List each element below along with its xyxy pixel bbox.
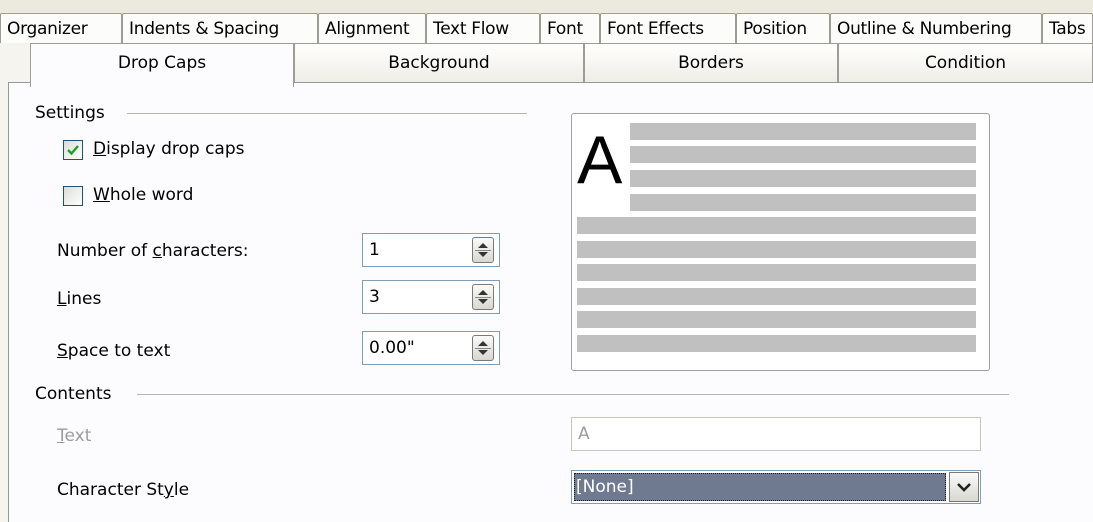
top-tab-bar: Organizer Indents & Spacing Alignment Te… bbox=[0, 0, 1093, 43]
tab-background[interactable]: Background bbox=[294, 43, 584, 83]
tab-font-effects[interactable]: Font Effects bbox=[600, 13, 736, 43]
tab-condition[interactable]: Condition bbox=[838, 43, 1093, 83]
whole-word-label[interactable]: Whole word bbox=[93, 185, 193, 205]
character-style-value: [None] bbox=[574, 473, 946, 501]
preview-line bbox=[630, 194, 976, 211]
tab-font[interactable]: Font bbox=[540, 13, 600, 43]
character-style-select[interactable]: [None] bbox=[571, 470, 981, 504]
contents-divider bbox=[137, 394, 1009, 395]
number-of-characters-label: Number of characters: bbox=[57, 241, 249, 261]
preview-line bbox=[577, 311, 976, 328]
preview-drop-letter: A bbox=[577, 122, 623, 198]
tab-drop-caps[interactable]: Drop Caps bbox=[30, 43, 294, 87]
space-to-text-label: Space to text bbox=[57, 341, 171, 361]
character-style-label: Character Style bbox=[57, 480, 190, 500]
tab-position[interactable]: Position bbox=[736, 13, 830, 43]
preview-line bbox=[630, 123, 976, 140]
chevron-down-icon bbox=[957, 483, 971, 492]
display-drop-caps-checkbox[interactable] bbox=[63, 140, 83, 160]
tab-tabs[interactable]: Tabs bbox=[1042, 13, 1093, 43]
space-to-text-spinner[interactable] bbox=[472, 335, 494, 361]
text-input[interactable]: A bbox=[571, 417, 981, 451]
settings-divider bbox=[127, 113, 527, 114]
checkmark-icon bbox=[67, 145, 79, 156]
lines-label: Lines bbox=[57, 289, 102, 309]
preview-line bbox=[577, 288, 976, 305]
whole-word-checkbox[interactable] bbox=[63, 186, 83, 206]
character-style-dropdown-button[interactable] bbox=[949, 472, 979, 502]
tab-borders[interactable]: Borders bbox=[584, 43, 838, 83]
number-of-characters-spinner[interactable] bbox=[472, 237, 494, 263]
preview-line bbox=[577, 335, 976, 352]
drop-caps-panel: Settings Display drop caps Whole word Nu… bbox=[8, 82, 1093, 522]
display-drop-caps-label[interactable]: Display drop caps bbox=[93, 139, 244, 159]
preview-line bbox=[577, 264, 976, 281]
preview-line bbox=[577, 217, 976, 234]
tab-alignment[interactable]: Alignment bbox=[318, 13, 426, 43]
settings-section-label: Settings bbox=[35, 103, 105, 123]
contents-section-label: Contents bbox=[35, 384, 112, 404]
tab-outline-numbering[interactable]: Outline & Numbering bbox=[830, 13, 1042, 43]
preview-line bbox=[577, 241, 976, 258]
preview-line bbox=[630, 146, 976, 163]
drop-caps-preview: A bbox=[571, 113, 990, 371]
preview-line bbox=[630, 170, 976, 187]
tab-organizer[interactable]: Organizer bbox=[0, 13, 122, 43]
tab-indents-spacing[interactable]: Indents & Spacing bbox=[122, 13, 318, 43]
lines-spinner[interactable] bbox=[472, 284, 494, 310]
tab-text-flow[interactable]: Text Flow bbox=[426, 13, 540, 43]
text-label: Text bbox=[57, 426, 92, 446]
sub-tab-bar: Drop Caps Background Borders Condition bbox=[0, 43, 1093, 87]
